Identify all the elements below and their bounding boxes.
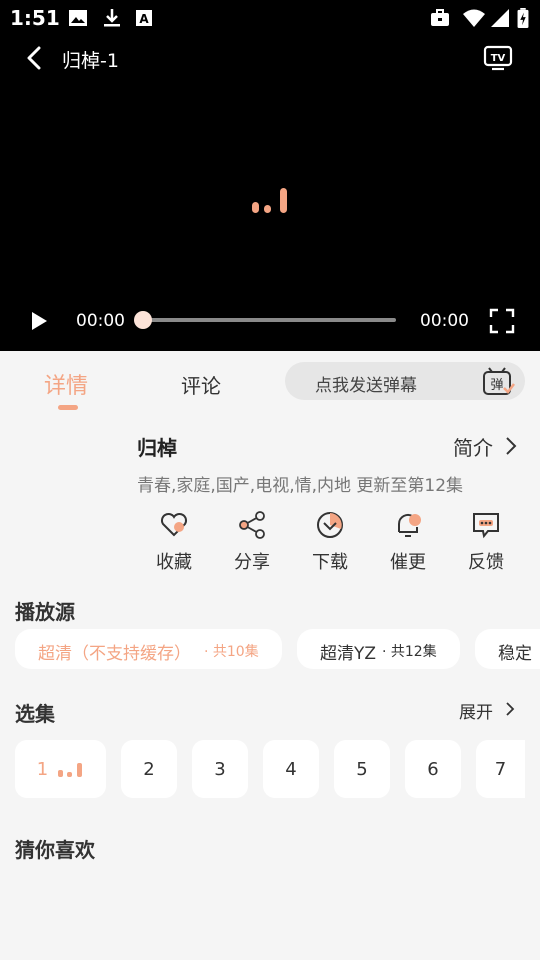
download-label: 下载 — [312, 552, 348, 573]
source-count: · 共10集 — [204, 644, 259, 660]
source-chip[interactable]: 稳定 — [475, 629, 540, 669]
share-label: 分享 — [234, 552, 270, 573]
battery-icon — [517, 8, 529, 28]
total-time: 00:00 — [420, 311, 469, 331]
bell-icon — [397, 513, 421, 537]
source-count: · 共12集 — [382, 644, 437, 660]
expand-button[interactable]: 展开 — [459, 698, 525, 723]
image-icon — [69, 10, 87, 26]
episode-item[interactable]: 2 — [121, 740, 177, 798]
favorite-button[interactable]: 收藏 — [142, 510, 206, 574]
work-profile-icon — [431, 9, 449, 26]
feedback-label: 反馈 — [468, 552, 504, 573]
tv-cast-icon[interactable]: TV — [483, 44, 513, 72]
progress-track[interactable] — [144, 318, 396, 322]
share-icon — [239, 511, 265, 539]
video-title: 归棹-1 — [62, 50, 119, 72]
intro-button[interactable]: 简介 — [453, 432, 523, 460]
episode-number: 2 — [143, 758, 155, 780]
episode-number: 1 — [36, 758, 49, 780]
sources-title: 播放源 — [15, 600, 75, 624]
status-time: 1:51 — [10, 6, 60, 30]
expand-label: 展开 — [459, 703, 493, 723]
show-title: 归棹 — [137, 436, 177, 460]
source-name: 稳定 — [498, 644, 532, 664]
episode-item[interactable]: 7 — [476, 740, 525, 798]
chevron-right-icon — [506, 437, 517, 455]
play-button[interactable] — [28, 310, 50, 332]
status-bar: 1:51 A — [0, 0, 540, 36]
episode-item[interactable]: 6 — [405, 740, 461, 798]
tab-details[interactable]: 详情 — [44, 368, 88, 400]
favorite-label: 收藏 — [156, 552, 192, 573]
danmaku-toggle-icon[interactable]: 弹 — [482, 366, 516, 398]
svg-text:弹: 弹 — [490, 378, 503, 393]
source-name: 超清（不支持缓存） — [38, 644, 191, 664]
danmaku-placeholder: 点我发送弹幕 — [315, 376, 417, 396]
episode-number: 4 — [285, 758, 297, 780]
signal-icon — [491, 9, 509, 27]
progress-thumb[interactable] — [134, 311, 152, 329]
episode-item[interactable]: 3 — [192, 740, 248, 798]
tab-active-indicator — [58, 405, 78, 410]
share-button[interactable]: 分享 — [220, 510, 284, 574]
episode-number: 7 — [494, 758, 507, 780]
heart-icon — [160, 512, 188, 537]
episode-number: 5 — [356, 758, 368, 780]
episode-item[interactable]: 5 — [334, 740, 390, 798]
font-icon: A — [136, 10, 152, 26]
download-icon — [317, 512, 343, 538]
source-chip[interactable]: 超清（不支持缓存） · 共10集 — [15, 629, 282, 669]
danmaku-input[interactable]: 点我发送弹幕 弹 — [285, 362, 525, 400]
fullscreen-icon[interactable] — [489, 308, 515, 334]
svg-text:TV: TV — [491, 53, 506, 64]
episode-number: 6 — [427, 758, 439, 780]
source-name: 超清YZ — [320, 644, 377, 664]
back-button[interactable] — [24, 46, 44, 70]
wifi-icon — [463, 9, 485, 27]
download-status-icon — [104, 9, 120, 27]
chevron-right-icon — [506, 702, 515, 716]
download-button[interactable]: 下载 — [298, 510, 362, 574]
loading-icon — [252, 188, 287, 213]
video-player[interactable]: 1:51 A 归棹-1 TV 00:00 00:00 — [0, 0, 540, 351]
current-time: 00:00 — [76, 311, 125, 331]
svg-text:A: A — [139, 12, 149, 26]
tab-comments[interactable]: 评论 — [181, 370, 221, 399]
show-meta: 青春,家庭,国产,电视,情,内地 更新至第12集 — [137, 476, 464, 496]
feedback-button[interactable]: 反馈 — [454, 510, 518, 574]
episode-item[interactable]: 4 — [263, 740, 319, 798]
feedback-icon — [473, 513, 499, 539]
episode-number: 3 — [214, 758, 226, 780]
playing-icon — [58, 763, 83, 777]
urge-update-button[interactable]: 催更 — [376, 510, 440, 574]
intro-label: 简介 — [453, 436, 493, 460]
recommend-title: 猜你喜欢 — [15, 838, 95, 862]
source-chip[interactable]: 超清YZ · 共12集 — [297, 629, 460, 669]
episodes-title: 选集 — [15, 702, 55, 726]
episode-item[interactable]: 1 — [15, 740, 106, 798]
urge-update-label: 催更 — [390, 552, 426, 573]
